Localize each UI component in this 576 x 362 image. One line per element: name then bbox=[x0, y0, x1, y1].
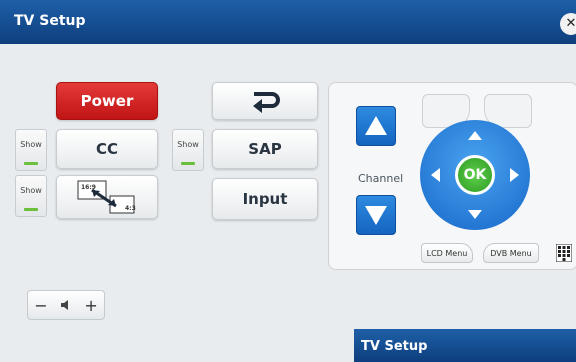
sap-show-toggle[interactable]: Show bbox=[172, 129, 204, 171]
window-title: TV Setup bbox=[14, 13, 86, 29]
status-led bbox=[24, 208, 38, 211]
channel-up-button[interactable] bbox=[356, 106, 396, 146]
return-icon bbox=[253, 92, 280, 113]
sap-label: SAP bbox=[248, 140, 282, 158]
close-icon: ✕ bbox=[565, 16, 576, 31]
volume-control: − + bbox=[27, 290, 105, 320]
keypad-button[interactable] bbox=[555, 243, 573, 263]
title-bar: TV Setup ✕ bbox=[0, 0, 576, 44]
input-label: Input bbox=[242, 190, 288, 208]
lcd-menu-label: LCD Menu bbox=[426, 248, 468, 258]
arrow-right-icon bbox=[510, 168, 519, 182]
ok-button[interactable]: OK bbox=[455, 155, 495, 195]
channel-label: Channel bbox=[358, 172, 404, 185]
volume-up-button[interactable]: + bbox=[84, 296, 97, 315]
status-led bbox=[181, 162, 195, 165]
keypad-icon bbox=[555, 243, 573, 263]
second-tv-setup-window[interactable]: TV Setup bbox=[354, 329, 576, 362]
show-label: Show bbox=[177, 140, 199, 149]
volume-down-button[interactable]: − bbox=[34, 296, 47, 315]
cc-button[interactable]: CC bbox=[56, 129, 158, 169]
cc-label: CC bbox=[95, 140, 119, 158]
arrow-left-icon bbox=[431, 168, 440, 182]
dvb-menu-button[interactable]: DVB Menu bbox=[483, 243, 539, 263]
ok-label: OK bbox=[463, 167, 487, 183]
second-window-title: TV Setup bbox=[361, 339, 428, 354]
channel-down-button[interactable] bbox=[356, 195, 396, 235]
return-button[interactable] bbox=[212, 82, 318, 120]
aspect-ratio-icon: 16:9 4:3 bbox=[77, 180, 136, 214]
input-button[interactable]: Input bbox=[212, 178, 318, 220]
arrow-down-icon bbox=[468, 210, 482, 219]
sap-button[interactable]: SAP bbox=[212, 129, 318, 169]
aspect-label-43: 4:3 bbox=[125, 205, 136, 212]
speaker-icon bbox=[60, 296, 72, 315]
arrow-up-icon bbox=[365, 116, 387, 135]
arrow-up-icon bbox=[468, 131, 482, 140]
status-led bbox=[24, 162, 38, 165]
arrow-down-icon bbox=[365, 206, 387, 225]
close-button[interactable]: ✕ bbox=[560, 13, 576, 35]
show-label: Show bbox=[20, 186, 42, 195]
cc-show-toggle[interactable]: Show bbox=[15, 129, 47, 171]
dvb-menu-label: DVB Menu bbox=[490, 248, 532, 258]
show-label: Show bbox=[20, 140, 42, 149]
aspect-show-toggle[interactable]: Show bbox=[15, 175, 47, 217]
aspect-ratio-button[interactable]: 16:9 4:3 bbox=[56, 175, 158, 219]
power-label: Power bbox=[80, 92, 134, 110]
lcd-menu-button[interactable]: LCD Menu bbox=[421, 243, 473, 263]
power-button[interactable]: Power bbox=[56, 82, 158, 120]
